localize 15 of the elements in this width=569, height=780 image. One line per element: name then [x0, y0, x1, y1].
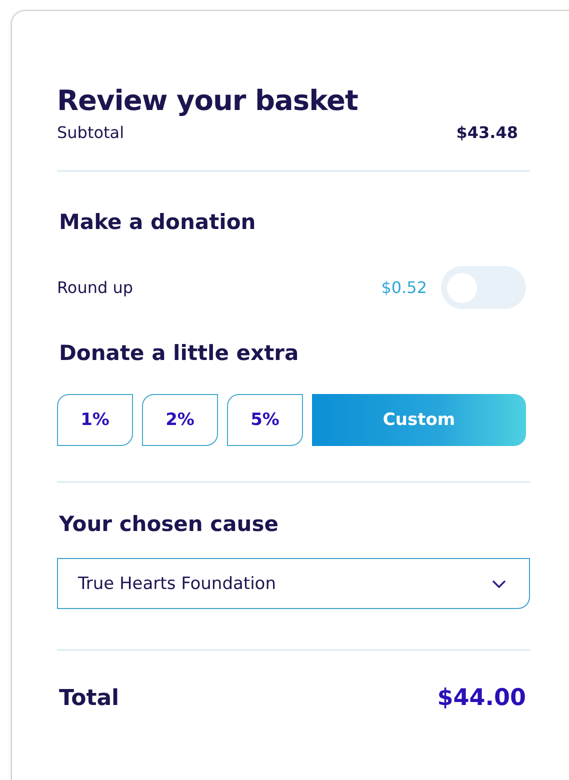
- chevron-down-icon: [491, 578, 507, 588]
- section-heading: Your chosen cause: [58, 511, 280, 538]
- round-up-amount: $0.52: [381, 278, 427, 297]
- section-heading: Make a donation: [58, 209, 257, 236]
- page-title: Review your basket: [57, 83, 359, 119]
- total-label: Total: [59, 686, 120, 710]
- round-up-label: Round up: [57, 278, 134, 297]
- subtotal-label: Subtotal: [57, 123, 124, 142]
- donation-option-button[interactable]: 5%: [227, 394, 303, 446]
- total-value: $44.00: [437, 685, 526, 711]
- donation-option-button[interactable]: 2%: [142, 394, 218, 446]
- section-heading: Donate a little extra: [58, 340, 300, 367]
- donation-option-button[interactable]: 1%: [57, 394, 133, 446]
- cause-dropdown[interactable]: True Hearts Foundation: [57, 558, 530, 609]
- subtotal-value: $43.48: [456, 123, 518, 142]
